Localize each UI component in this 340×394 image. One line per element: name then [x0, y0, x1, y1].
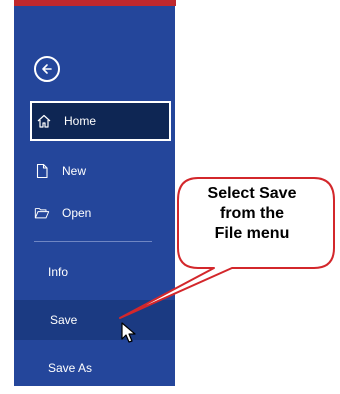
callout-line-3: File menu	[214, 225, 290, 242]
callout-line-1: Select Save	[207, 185, 297, 202]
callout-line-2: from the	[220, 205, 284, 222]
file-backstage-view: Home New Open Info Save Save As Select S…	[0, 0, 340, 394]
callout-text: Select Save from the File menu	[182, 184, 322, 244]
